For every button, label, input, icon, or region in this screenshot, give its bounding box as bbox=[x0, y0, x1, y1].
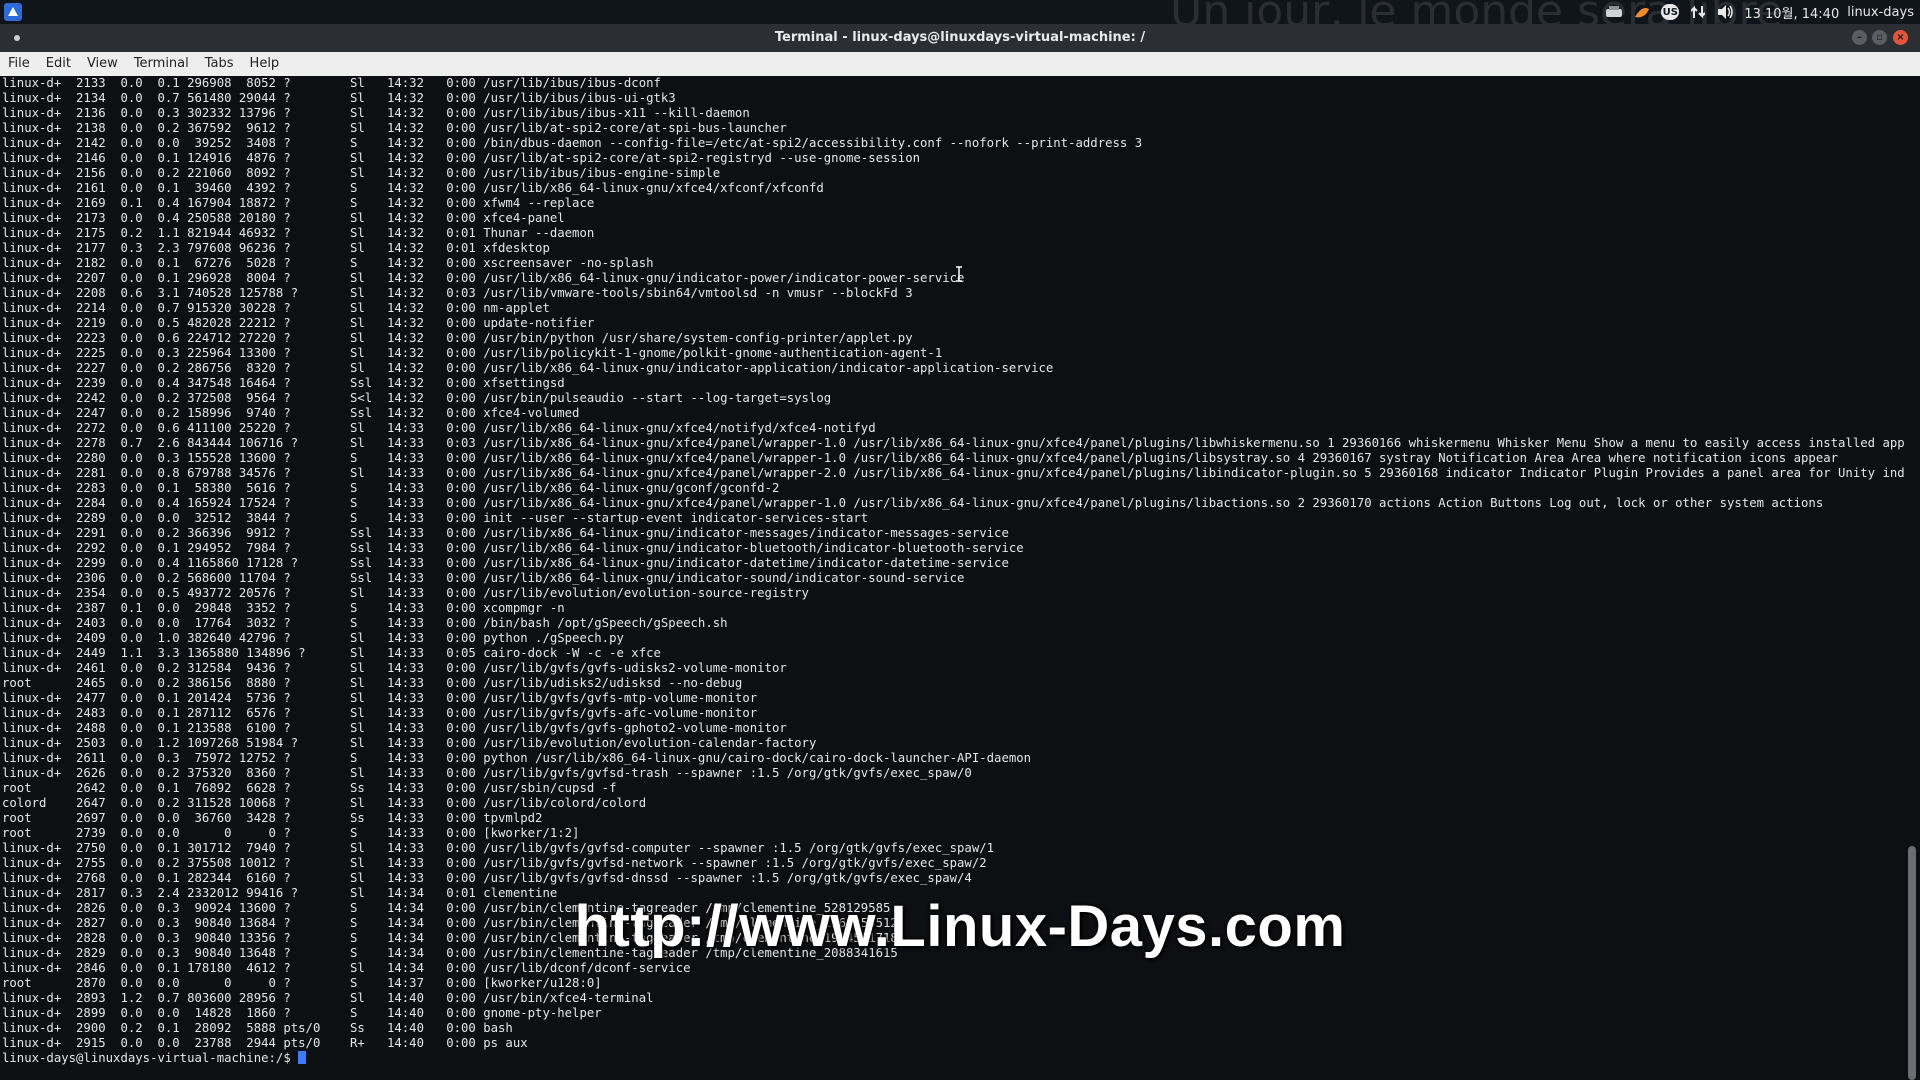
terminal-line: linux-d+ 2829 0.0 0.3 90840 13648 ? S 14… bbox=[2, 946, 898, 960]
terminal-line: linux-d+ 2177 0.3 2.3 797608 96236 ? Sl … bbox=[2, 241, 550, 255]
cairo-dock-icon[interactable] bbox=[1632, 3, 1652, 21]
terminal-line: linux-d+ 2169 0.1 0.4 167904 18872 ? S 1… bbox=[2, 196, 595, 210]
terminal-line: linux-d+ 2239 0.0 0.4 347548 16464 ? Ssl… bbox=[2, 376, 565, 390]
terminal-line: linux-d+ 2403 0.0 0.0 17764 3032 ? S 14:… bbox=[2, 616, 728, 630]
panel-clock[interactable]: 13 10월, 14:40 bbox=[1744, 3, 1839, 22]
terminal-line: linux-d+ 2161 0.0 0.1 39460 4392 ? S 14:… bbox=[2, 181, 824, 195]
terminal-line: linux-d+ 2611 0.0 0.3 75972 12752 ? S 14… bbox=[2, 751, 1032, 765]
terminal-line: linux-d+ 2138 0.0 0.2 367592 9612 ? Sl 1… bbox=[2, 121, 787, 135]
menubar: File Edit View Terminal Tabs Help bbox=[0, 52, 1920, 76]
keyboard-layout-badge: US bbox=[1661, 4, 1680, 20]
terminal-line: linux-d+ 2284 0.0 0.4 165924 17524 ? S 1… bbox=[2, 496, 1824, 510]
terminal-line: linux-d+ 2175 0.2 1.1 821944 46932 ? Sl … bbox=[2, 226, 595, 240]
terminal-line: linux-d+ 2278 0.7 2.6 843444 106716 ? Sl… bbox=[2, 436, 1904, 450]
menu-edit[interactable]: Edit bbox=[38, 52, 79, 76]
close-icon: × bbox=[1896, 32, 1905, 43]
system-tray: US 13 10월, 14:40 linux-days bbox=[1604, 0, 1920, 24]
terminal-line: linux-d+ 2173 0.0 0.4 250588 20180 ? Sl … bbox=[2, 211, 565, 225]
terminal-line: linux-d+ 2387 0.1 0.0 29848 3352 ? S 14:… bbox=[2, 601, 565, 615]
terminal-line: linux-d+ 2817 0.3 2.4 2332012 99416 ? Sl… bbox=[2, 886, 558, 900]
terminal-prompt: linux-days@linuxdays-virtual-machine:/$ bbox=[2, 1051, 299, 1065]
terminal-line: linux-d+ 2242 0.0 0.2 372508 9564 ? S<l … bbox=[2, 391, 832, 405]
terminal-line: linux-d+ 2409 0.0 1.0 382640 42796 ? Sl … bbox=[2, 631, 624, 645]
terminal-line: root 2465 0.0 0.2 386156 8880 ? Sl 14:33… bbox=[2, 676, 743, 690]
terminal-line: linux-d+ 2146 0.0 0.1 124916 4876 ? Sl 1… bbox=[2, 151, 921, 165]
terminal-line: linux-d+ 2768 0.0 0.1 282344 6160 ? Sl 1… bbox=[2, 871, 972, 885]
window-title: Terminal - linux-days@linuxdays-virtual-… bbox=[774, 30, 1146, 45]
text-cursor bbox=[298, 1051, 307, 1064]
terminal-line: linux-d+ 2207 0.0 0.1 296928 8004 ? Sl 1… bbox=[2, 271, 965, 285]
terminal-line: linux-d+ 2289 0.0 0.0 32512 3844 ? S 14:… bbox=[2, 511, 869, 525]
terminal-line: linux-d+ 2755 0.0 0.2 375508 10012 ? Sl … bbox=[2, 856, 987, 870]
terminal-line: linux-d+ 2214 0.0 0.7 915320 30228 ? Sl … bbox=[2, 301, 550, 315]
terminal-line: linux-d+ 2247 0.0 0.2 158996 9740 ? Ssl … bbox=[2, 406, 580, 420]
terminal-line: linux-d+ 2900 0.2 0.1 28092 5888 pts/0 S… bbox=[2, 1021, 513, 1035]
scrollbar-thumb[interactable] bbox=[1908, 846, 1916, 1080]
terminal-line: linux-d+ 2133 0.0 0.1 296908 8052 ? Sl 1… bbox=[2, 76, 661, 90]
minimize-icon: – bbox=[1857, 32, 1862, 43]
terminal-line: linux-d+ 2182 0.0 0.1 67276 5028 ? S 14:… bbox=[2, 256, 654, 270]
minimize-button[interactable]: – bbox=[1852, 30, 1867, 45]
terminal-line: linux-d+ 2750 0.0 0.1 301712 7940 ? Sl 1… bbox=[2, 841, 995, 855]
transfer-arrows-icon[interactable] bbox=[1688, 3, 1708, 21]
terminal-line: root 2697 0.0 0.0 36760 3428 ? Ss 14:33 … bbox=[2, 811, 543, 825]
ibeam-cursor-icon bbox=[955, 266, 963, 282]
terminal-line: linux-d+ 2208 0.6 3.1 740528 125788 ? Sl… bbox=[2, 286, 913, 300]
terminal-line: linux-d+ 2225 0.0 0.3 225964 13300 ? Sl … bbox=[2, 346, 943, 360]
terminal-line: linux-d+ 2449 1.1 3.3 1365880 134896 ? S… bbox=[2, 646, 661, 660]
terminal-line: root 2739 0.0 0.0 0 0 ? S 14:33 0:00 [kw… bbox=[2, 826, 580, 840]
keyboard-icon[interactable]: US bbox=[1660, 3, 1680, 21]
terminal-output: linux-d+ 2133 0.0 0.1 296908 8052 ? Sl 1… bbox=[0, 76, 1904, 1051]
panel-user-name[interactable]: linux-days bbox=[1847, 5, 1914, 20]
terminal-line: linux-d+ 2136 0.0 0.3 302332 13796 ? Sl … bbox=[2, 106, 750, 120]
menu-file[interactable]: File bbox=[0, 52, 38, 76]
terminal-line: linux-d+ 2828 0.0 0.3 90840 13356 ? S 14… bbox=[2, 931, 898, 945]
maximize-button[interactable]: ▫ bbox=[1872, 30, 1887, 45]
terminal-line: linux-d+ 2899 0.0 0.0 14828 1860 ? S 14:… bbox=[2, 1006, 602, 1020]
menu-help[interactable]: Help bbox=[242, 52, 288, 76]
terminal-line: linux-d+ 2626 0.0 0.2 375320 8360 ? Sl 1… bbox=[2, 766, 972, 780]
terminal-line: linux-d+ 2280 0.0 0.3 155528 13600 ? S 1… bbox=[2, 451, 1839, 465]
terminal-scrollbar[interactable] bbox=[1904, 76, 1920, 1080]
terminal-line: linux-d+ 2156 0.0 0.2 221060 8092 ? Sl 1… bbox=[2, 166, 721, 180]
terminal-line: linux-d+ 2915 0.0 0.0 23788 2944 pts/0 R… bbox=[2, 1036, 528, 1050]
terminal-line: root 2870 0.0 0.0 0 0 ? S 14:37 0:00 [kw… bbox=[2, 976, 602, 990]
terminal-line: linux-d+ 2477 0.0 0.1 201424 5736 ? Sl 1… bbox=[2, 691, 758, 705]
terminal-line: linux-d+ 2461 0.0 0.2 312584 9436 ? Sl 1… bbox=[2, 661, 787, 675]
terminal-line: linux-d+ 2283 0.0 0.1 58380 5616 ? S 14:… bbox=[2, 481, 780, 495]
terminal-prompt-line[interactable]: linux-days@linuxdays-virtual-machine:/$ bbox=[0, 1051, 1904, 1066]
terminal-view[interactable]: linux-d+ 2133 0.0 0.1 296908 8052 ? Sl 1… bbox=[0, 76, 1904, 1080]
terminal-line: linux-d+ 2223 0.0 0.6 224712 27220 ? Sl … bbox=[2, 331, 913, 345]
terminal-line: linux-d+ 2272 0.0 0.6 411100 25220 ? Sl … bbox=[2, 421, 876, 435]
terminal-line: linux-d+ 2134 0.0 0.7 561480 29044 ? Sl … bbox=[2, 91, 676, 105]
terminal-line: linux-d+ 2354 0.0 0.5 493772 20576 ? Sl … bbox=[2, 586, 809, 600]
terminal-line: linux-d+ 2281 0.0 0.8 679788 34576 ? Sl … bbox=[2, 466, 1904, 480]
window-titlebar[interactable]: Terminal - linux-days@linuxdays-virtual-… bbox=[0, 24, 1920, 52]
terminal-line: linux-d+ 2827 0.0 0.3 90840 13684 ? S 14… bbox=[2, 916, 898, 930]
terminal-line: colord 2647 0.0 0.2 311528 10068 ? Sl 14… bbox=[2, 796, 647, 810]
terminal-line: linux-d+ 2846 0.0 0.1 178180 4612 ? Sl 1… bbox=[2, 961, 691, 975]
terminal-line: linux-d+ 2142 0.0 0.0 39252 3408 ? S 14:… bbox=[2, 136, 1143, 150]
terminal-line: linux-d+ 2826 0.0 0.3 90924 13600 ? S 14… bbox=[2, 901, 891, 915]
terminal-line: linux-d+ 2292 0.0 0.1 294952 7984 ? Ssl … bbox=[2, 541, 1024, 555]
terminal-line: linux-d+ 2503 0.0 1.2 1097268 51984 ? Sl… bbox=[2, 736, 817, 750]
network-icon[interactable] bbox=[1604, 3, 1624, 21]
distro-logo-icon[interactable] bbox=[4, 3, 22, 21]
close-button[interactable]: × bbox=[1893, 30, 1908, 45]
terminal-line: linux-d+ 2488 0.0 0.1 213588 6100 ? Sl 1… bbox=[2, 721, 787, 735]
terminal-line: root 2642 0.0 0.1 76892 6628 ? Ss 14:33 … bbox=[2, 781, 617, 795]
terminal-line: linux-d+ 2291 0.0 0.2 366396 9912 ? Ssl … bbox=[2, 526, 1009, 540]
menu-tabs[interactable]: Tabs bbox=[197, 52, 242, 76]
terminal-line: linux-d+ 2306 0.0 0.2 568600 11704 ? Ssl… bbox=[2, 571, 965, 585]
terminal-line: linux-d+ 2893 1.2 0.7 803600 28956 ? Sl … bbox=[2, 991, 654, 1005]
terminal-line: linux-d+ 2219 0.0 0.5 482028 22212 ? Sl … bbox=[2, 316, 595, 330]
terminal-line: linux-d+ 2483 0.0 0.1 287112 6576 ? Sl 1… bbox=[2, 706, 758, 720]
maximize-icon: ▫ bbox=[1876, 32, 1883, 43]
top-panel: Un jour, le monde sera libre US 13 10월, … bbox=[0, 0, 1920, 37]
terminal-line: linux-d+ 2227 0.0 0.2 286756 8320 ? Sl 1… bbox=[2, 361, 1054, 375]
volume-icon[interactable] bbox=[1716, 3, 1736, 21]
menu-view[interactable]: View bbox=[79, 52, 126, 76]
terminal-line: linux-d+ 2299 0.0 0.4 1165860 17128 ? Ss… bbox=[2, 556, 1009, 570]
menu-terminal[interactable]: Terminal bbox=[126, 52, 197, 76]
